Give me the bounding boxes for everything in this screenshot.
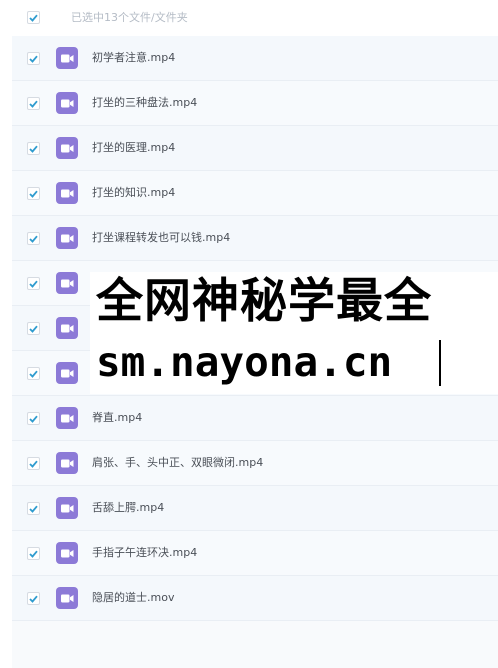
file-checkbox[interactable] xyxy=(27,412,40,425)
file-row[interactable]: 手指子午连环决.mp4 xyxy=(12,531,498,576)
file-name[interactable]: 打坐课程转发也可以钱.mp4 xyxy=(92,230,230,246)
video-file-icon xyxy=(56,137,78,159)
video-file-icon xyxy=(56,587,78,609)
checkmark-icon xyxy=(29,325,38,333)
video-file-icon xyxy=(56,182,78,204)
video-file-icon xyxy=(56,227,78,249)
file-row[interactable]: 打坐课程转发也可以钱.mp4 xyxy=(12,216,498,261)
checkmark-icon xyxy=(29,190,38,198)
video-file-icon xyxy=(56,272,78,294)
checkmark-icon xyxy=(29,415,38,423)
file-row[interactable]: 舌舔上腭.mp4 xyxy=(12,486,498,531)
checkmark-icon xyxy=(29,370,38,378)
file-checkbox[interactable] xyxy=(27,592,40,605)
file-checkbox[interactable] xyxy=(27,52,40,65)
file-checkbox[interactable] xyxy=(27,97,40,110)
watermark-url: sm.nayona.cn xyxy=(96,338,393,386)
file-checkbox[interactable] xyxy=(27,232,40,245)
checkmark-icon xyxy=(29,460,38,468)
text-caret xyxy=(439,340,441,386)
file-checkbox[interactable] xyxy=(27,547,40,560)
file-row[interactable]: 打坐的三种盘法.mp4 xyxy=(12,81,498,126)
selection-header: 已选中13个文件/文件夹 xyxy=(0,0,498,36)
video-file-icon xyxy=(56,407,78,429)
file-row[interactable]: 打坐的医理.mp4 xyxy=(12,126,498,171)
file-row[interactable]: 打坐的知识.mp4 xyxy=(12,171,498,216)
file-checkbox[interactable] xyxy=(27,502,40,515)
file-name[interactable]: 肩张、手、头中正、双眼微闭.mp4 xyxy=(92,455,263,471)
file-name[interactable]: 初学者注意.mp4 xyxy=(92,50,175,66)
video-file-icon xyxy=(56,497,78,519)
checkmark-icon xyxy=(29,505,38,513)
checkmark-icon xyxy=(29,145,38,153)
file-checkbox[interactable] xyxy=(27,187,40,200)
file-name[interactable]: 舌舔上腭.mp4 xyxy=(92,500,164,516)
video-file-icon xyxy=(56,317,78,339)
file-name[interactable]: 脊直.mp4 xyxy=(92,410,142,426)
checkmark-icon xyxy=(29,280,38,288)
select-all-checkbox[interactable] xyxy=(27,11,40,24)
file-name[interactable]: 打坐的知识.mp4 xyxy=(92,185,175,201)
file-checkbox[interactable] xyxy=(27,277,40,290)
checkmark-icon xyxy=(29,100,38,108)
checkmark-icon xyxy=(29,550,38,558)
file-name[interactable]: 手指子午连环决.mp4 xyxy=(92,545,197,561)
watermark-overlay: 全网神秘学最全 sm.nayona.cn xyxy=(90,272,498,394)
checkmark-icon xyxy=(29,55,38,63)
file-name[interactable]: 隐居的道士.mov xyxy=(92,590,174,606)
file-row[interactable]: 脊直.mp4 xyxy=(12,396,498,441)
watermark-title: 全网神秘学最全 xyxy=(96,274,432,329)
video-file-icon xyxy=(56,362,78,384)
checkmark-icon xyxy=(29,235,38,243)
file-row[interactable]: 初学者注意.mp4 xyxy=(12,36,498,81)
file-checkbox[interactable] xyxy=(27,457,40,470)
selection-count-text: 已选中13个文件/文件夹 xyxy=(71,11,188,24)
video-file-icon xyxy=(56,47,78,69)
video-file-icon xyxy=(56,542,78,564)
checkmark-icon xyxy=(29,14,38,22)
file-checkbox[interactable] xyxy=(27,367,40,380)
file-row[interactable]: 隐居的道士.mov xyxy=(12,576,498,621)
video-file-icon xyxy=(56,92,78,114)
file-selection-panel: 已选中13个文件/文件夹 初学者注意.mp4 打坐的三种盘法.mp4 打坐的医理.m… xyxy=(0,0,498,668)
file-checkbox[interactable] xyxy=(27,322,40,335)
file-checkbox[interactable] xyxy=(27,142,40,155)
checkmark-icon xyxy=(29,595,38,603)
file-row[interactable]: 肩张、手、头中正、双眼微闭.mp4 xyxy=(12,441,498,486)
list-footer-area xyxy=(12,621,498,668)
file-name[interactable]: 打坐的医理.mp4 xyxy=(92,140,175,156)
file-name[interactable]: 打坐的三种盘法.mp4 xyxy=(92,95,197,111)
video-file-icon xyxy=(56,452,78,474)
